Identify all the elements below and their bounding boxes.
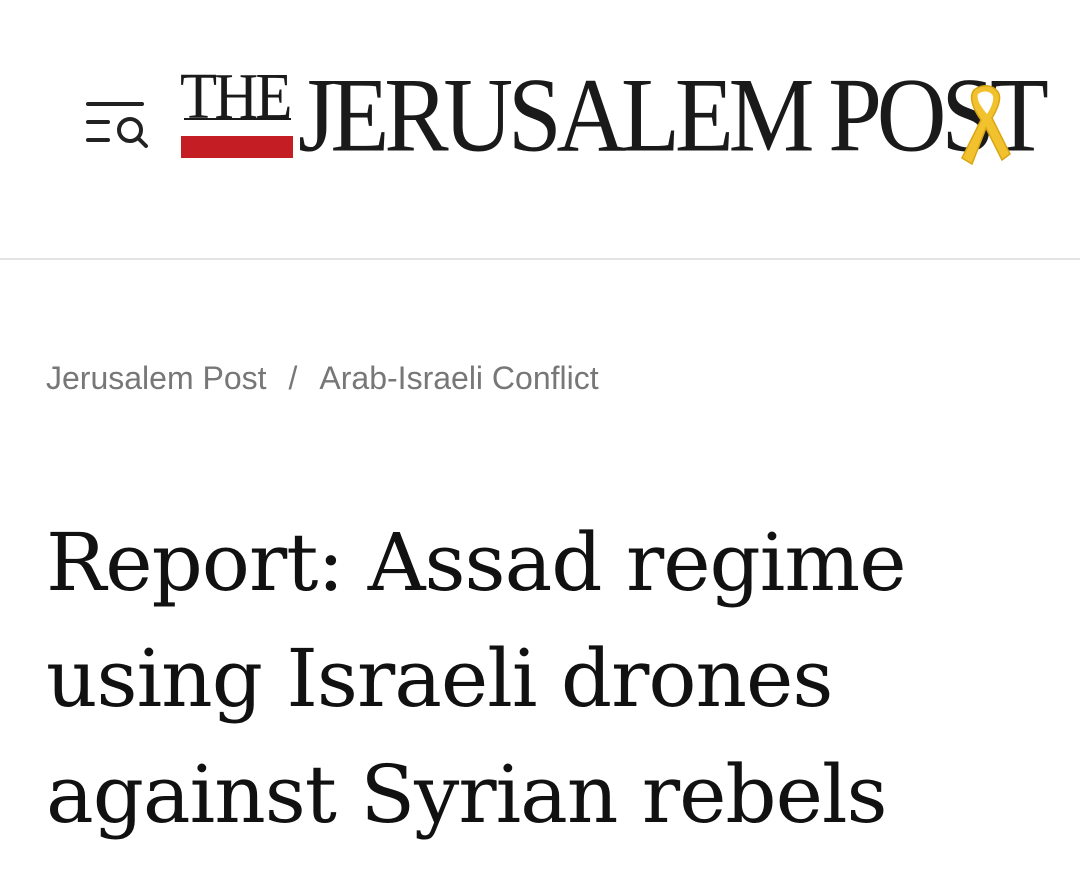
logo-the-text: THE (180, 60, 293, 133)
menu-search-button[interactable] (84, 96, 154, 156)
logo-red-bar (181, 136, 293, 158)
site-logo[interactable]: THE JERUSALEM POST (176, 60, 1049, 192)
breadcrumb-separator: / (288, 360, 298, 396)
breadcrumb: Jerusalem Post / Arab-Israeli Conflict (46, 358, 599, 398)
logo-name-text: JERUSALEM POST (298, 56, 1049, 175)
breadcrumb-item-jerusalem-post[interactable]: Jerusalem Post (46, 360, 267, 396)
logo-rule (184, 118, 291, 120)
page: THE JERUSALEM POST Jerusalem Post / Arab-I… (0, 0, 1080, 877)
yellow-ribbon-icon (961, 85, 1011, 166)
article-headline: Report: Assad regime using Israeli drone… (46, 516, 907, 841)
site-header: THE JERUSALEM POST (0, 0, 1080, 260)
menu-search-icon (86, 102, 148, 148)
breadcrumb-item-arab-israeli-conflict[interactable]: Arab-Israeli Conflict (319, 360, 598, 396)
